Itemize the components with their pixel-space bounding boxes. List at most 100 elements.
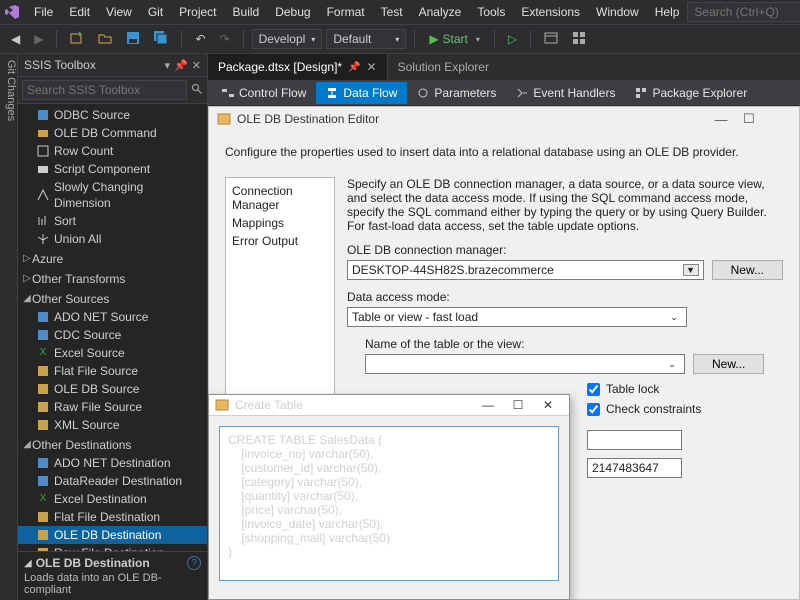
- nav-fwd-icon[interactable]: ▶: [29, 29, 48, 49]
- list-item[interactable]: ADO NET Destination: [18, 454, 207, 472]
- list-item[interactable]: ADO NET Source: [18, 308, 207, 326]
- table-combo[interactable]: ⌄: [365, 354, 685, 374]
- doc-tabs: Package.dtsx [Design]*📌✕ Solution Explor…: [208, 54, 800, 80]
- chevron-down-icon[interactable]: ⌄: [664, 359, 680, 370]
- pin-icon[interactable]: 📌: [348, 62, 360, 73]
- tab-solution-explorer[interactable]: Solution Explorer: [387, 54, 499, 80]
- menu-build[interactable]: Build: [225, 5, 268, 19]
- list-item[interactable]: OLE DB Source: [18, 380, 207, 398]
- maxrows-input[interactable]: 2147483647: [587, 458, 682, 478]
- save-all-icon[interactable]: [149, 28, 173, 51]
- create-table-dialog: Create Table — ☐ ✕ CREATE TABLE SalesDat…: [208, 394, 570, 600]
- list-item[interactable]: CDC Source: [18, 326, 207, 344]
- menu-git[interactable]: Git: [140, 5, 171, 19]
- table-label: Name of the table or the view:: [365, 337, 783, 351]
- menu-edit[interactable]: Edit: [61, 5, 98, 19]
- mode-combo[interactable]: Table or view - fast load⌄: [347, 307, 687, 327]
- main-toolbar: ◀ ▶ ↶ ↷ Developl▾ Default▾ ▶Start▾ ▷: [0, 24, 800, 54]
- menu-window[interactable]: Window: [588, 5, 647, 19]
- menu-format[interactable]: Format: [319, 5, 373, 19]
- blank-input[interactable]: [587, 430, 682, 450]
- sql-textarea[interactable]: CREATE TABLE SalesData ( [invoice_no] va…: [219, 426, 559, 581]
- save-icon[interactable]: [121, 28, 145, 51]
- list-item[interactable]: Raw File Source: [18, 398, 207, 416]
- dialog-max-icon[interactable]: ☐: [503, 398, 533, 412]
- git-changes-tab[interactable]: Git Changes: [0, 54, 18, 600]
- list-item[interactable]: Sort: [18, 212, 207, 230]
- grid-icon[interactable]: [567, 28, 591, 51]
- window-min-icon[interactable]: —: [707, 112, 735, 127]
- window-max-icon[interactable]: ☐: [735, 111, 763, 127]
- dialog-min-icon[interactable]: —: [473, 398, 503, 412]
- list-item[interactable]: Raw File Destination: [18, 544, 207, 551]
- tab-package[interactable]: Package.dtsx [Design]*📌✕: [208, 54, 387, 80]
- cat-azure[interactable]: ▷Azure: [18, 250, 207, 268]
- help-collapse-icon[interactable]: ◢: [24, 558, 32, 569]
- toolbox-search-input[interactable]: [22, 80, 187, 100]
- tablelock-label: Table lock: [606, 382, 659, 396]
- toolbox-tree: ODBC Source OLE DB Command Row Count Scr…: [18, 104, 207, 551]
- list-item[interactable]: Flat File Destination: [18, 508, 207, 526]
- list-item[interactable]: ODBC Source: [18, 106, 207, 124]
- menu-debug[interactable]: Debug: [267, 5, 318, 19]
- oledb-editor-titlebar: OLE DB Destination Editor — ☐ ✕: [209, 107, 799, 131]
- cat-other-sources[interactable]: ◢Other Sources: [18, 290, 207, 308]
- dialog-close-icon[interactable]: ✕: [533, 398, 563, 412]
- list-item-oledb-dest[interactable]: OLE DB Destination: [18, 526, 207, 544]
- table-new-button[interactable]: New...: [693, 354, 764, 374]
- checkconstraints-checkbox[interactable]: [587, 403, 600, 416]
- chevron-down-icon[interactable]: ⌄: [666, 312, 682, 323]
- tablelock-checkbox[interactable]: [587, 383, 600, 396]
- dialog-icon: [215, 398, 229, 412]
- sidebar-item-mappings[interactable]: Mappings: [232, 214, 328, 232]
- list-item[interactable]: Flat File Source: [18, 362, 207, 380]
- start-button[interactable]: ▶Start▾: [423, 30, 486, 48]
- menu-view[interactable]: View: [98, 5, 140, 19]
- close-icon[interactable]: ✕: [367, 60, 377, 74]
- menu-help[interactable]: Help: [647, 5, 688, 19]
- redo-icon[interactable]: ↷: [215, 29, 235, 49]
- start-wo-debug-icon[interactable]: ▷: [503, 29, 522, 49]
- list-item[interactable]: Script Component: [18, 160, 207, 178]
- panel-dropdown-icon[interactable]: ▾: [165, 59, 171, 72]
- browser-icon[interactable]: [539, 28, 563, 51]
- config-combo[interactable]: Developl▾: [252, 29, 323, 49]
- list-item[interactable]: XExcel Source: [18, 344, 207, 362]
- platform-combo[interactable]: Default▾: [326, 29, 406, 49]
- list-item[interactable]: XExcel Destination: [18, 490, 207, 508]
- nav-back-icon[interactable]: ◀: [6, 29, 25, 49]
- chevron-down-icon[interactable]: ▼: [683, 264, 699, 276]
- help-info-icon[interactable]: ?: [187, 556, 201, 570]
- menu-project[interactable]: Project: [171, 5, 224, 19]
- list-item[interactable]: Row Count: [18, 142, 207, 160]
- cat-other-destinations[interactable]: ◢Other Destinations: [18, 436, 207, 454]
- panel-close-icon[interactable]: ✕: [192, 59, 201, 72]
- sidebar-item-error[interactable]: Error Output: [232, 232, 328, 250]
- tab-data-flow[interactable]: Data Flow: [316, 82, 407, 104]
- conn-combo[interactable]: DESKTOP-44SH82S.brazecommerce▼: [347, 260, 704, 280]
- new-project-icon[interactable]: [65, 28, 89, 51]
- tab-event-handlers[interactable]: Event Handlers: [506, 82, 625, 104]
- menu-file[interactable]: File: [26, 5, 61, 19]
- menu-tools[interactable]: Tools: [469, 5, 513, 19]
- list-item[interactable]: OLE DB Command: [18, 124, 207, 142]
- tab-parameters[interactable]: Parameters: [407, 82, 506, 104]
- search-input[interactable]: [687, 2, 800, 22]
- list-item[interactable]: Union All: [18, 230, 207, 248]
- list-item[interactable]: DataReader Destination: [18, 472, 207, 490]
- toolbox-search-icon[interactable]: [191, 83, 203, 98]
- menu-extensions[interactable]: Extensions: [513, 5, 588, 19]
- tab-package-explorer[interactable]: Package Explorer: [625, 82, 757, 104]
- undo-icon[interactable]: ↶: [190, 29, 210, 49]
- tab-control-flow[interactable]: Control Flow: [212, 82, 316, 104]
- menu-test[interactable]: Test: [373, 5, 411, 19]
- menu-analyze[interactable]: Analyze: [411, 5, 470, 19]
- open-icon[interactable]: [93, 28, 117, 51]
- conn-new-button[interactable]: New...: [712, 260, 783, 280]
- list-item[interactable]: XML Source: [18, 416, 207, 434]
- conn-label: OLE DB connection manager:: [347, 243, 783, 257]
- panel-pin-icon[interactable]: 📌: [174, 59, 188, 72]
- sidebar-item-connection[interactable]: Connection Manager: [232, 182, 328, 214]
- list-item[interactable]: Slowly Changing Dimension: [18, 178, 207, 212]
- cat-other-transforms[interactable]: ▷Other Transforms: [18, 270, 207, 288]
